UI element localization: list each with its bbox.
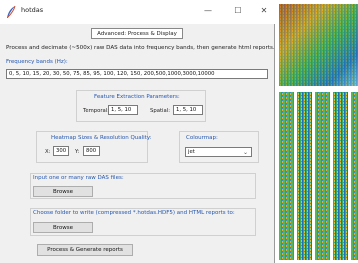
browse-input-files-button[interactable]: Browse xyxy=(33,186,93,197)
title-bar[interactable]: hotdas — ☐ ✕ xyxy=(0,0,275,24)
feature-extraction-group: Feature Extraction Parameters: Temporal:… xyxy=(76,90,206,122)
heatmap-y-label: Y: xyxy=(75,149,80,155)
browse-output-folder-button[interactable]: Browse xyxy=(33,222,93,233)
feather-app-icon xyxy=(7,5,16,18)
heatmap-x-label: X: xyxy=(45,149,51,155)
process-generate-reports-button[interactable]: Process & Generate reports xyxy=(37,244,133,256)
heatmap-x-input[interactable]: 300 xyxy=(53,146,69,156)
heatmap-y-input[interactable]: 800 xyxy=(83,146,100,156)
input-files-group: Input one or many raw DAS files: Browse xyxy=(30,173,256,199)
spatial-input[interactable]: 1, 5, 10 xyxy=(173,105,203,115)
description-text: Process and decimate (~500x) raw DAS dat… xyxy=(6,45,275,51)
heatmap-sizes-label: Heatmap Sizes & Resolution Quality: xyxy=(51,135,152,141)
tab-advanced-process-display[interactable]: Advanced: Process & Display xyxy=(91,28,183,39)
colourmap-label: Colourmap: xyxy=(186,135,218,141)
output-folder-label: Choose folder to write (compressed *.hot… xyxy=(33,210,235,216)
minimize-button[interactable]: — xyxy=(201,4,215,18)
heatmap-settings-group: Heatmap Sizes & Resolution Quality: X: 3… xyxy=(36,131,152,163)
feature-extraction-label: Feature Extraction Parameters: xyxy=(94,94,180,100)
chevron-down-icon[interactable]: ⌄ xyxy=(243,148,248,156)
input-files-label: Input one or many raw DAS files: xyxy=(33,175,124,181)
app-window: hotdas — ☐ ✕ Advanced: Process & Display… xyxy=(0,0,275,263)
spatial-label: Spatial: xyxy=(150,108,171,114)
temporal-input[interactable]: 1, 5, 10 xyxy=(108,105,138,115)
close-button[interactable]: ✕ xyxy=(257,4,271,18)
background-heatmap-window xyxy=(275,0,358,263)
frequency-bands-label: Frequency bands (Hz): xyxy=(6,59,68,65)
output-folder-group: Choose folder to write (compressed *.hot… xyxy=(30,208,256,236)
colourmap-selected-value: jet xyxy=(188,149,195,155)
colourmap-group: Colourmap: jet ⌄ xyxy=(179,131,259,163)
window-title: hotdas xyxy=(21,6,44,14)
frequency-bands-input[interactable]: 0, 5, 10, 15, 20, 30, 50, 75, 85, 95, 10… xyxy=(6,69,268,79)
maximize-button[interactable]: ☐ xyxy=(231,4,245,18)
temporal-label: Temporal: xyxy=(83,108,110,114)
colourmap-select[interactable]: jet ⌄ xyxy=(185,147,252,157)
